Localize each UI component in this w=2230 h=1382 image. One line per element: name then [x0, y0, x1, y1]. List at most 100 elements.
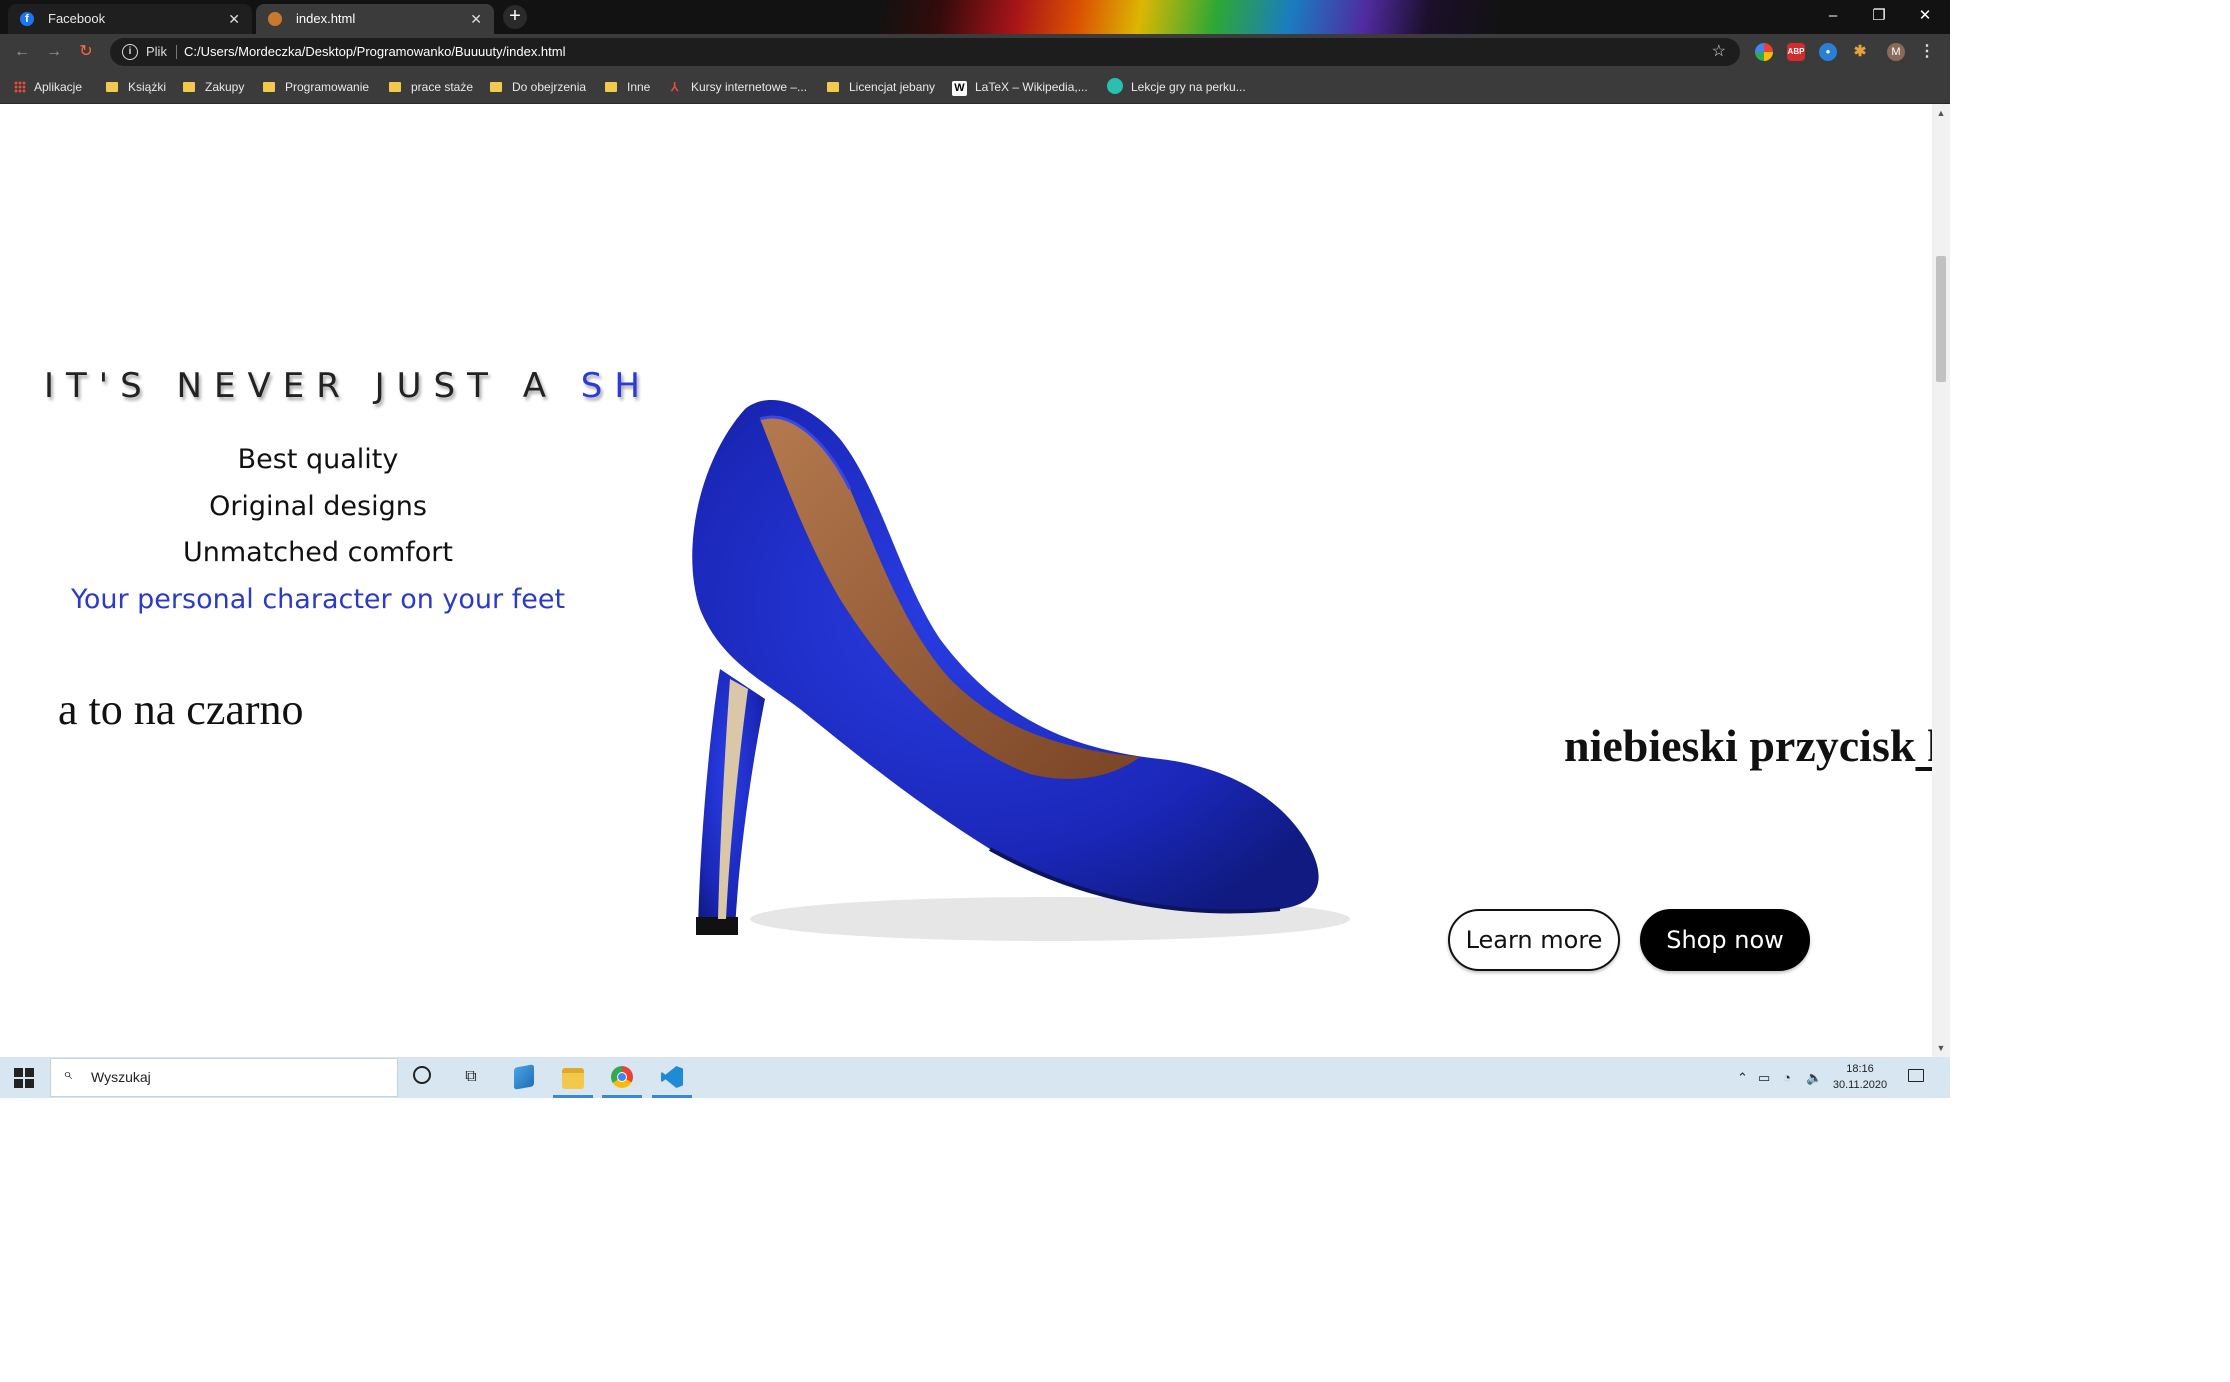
forward-arrow-icon[interactable]: → [42, 40, 66, 64]
clock[interactable]: 18:16 30.11.2020 [1830, 1061, 1890, 1093]
search-placeholder: Wyszukaj [91, 1069, 151, 1085]
clock-date: 30.11.2020 [1832, 1079, 1888, 1091]
web-page: IT'S NEVER JUST A SH Best quality Origin… [0, 104, 1932, 1057]
google-icon[interactable] [1755, 43, 1773, 61]
facebook-icon: f [20, 12, 34, 26]
taskbar-search-box[interactable]: ⌕ Wyszukaj [50, 1058, 398, 1097]
bookmark-label: Programowanie [285, 80, 370, 94]
page-scrollbar[interactable]: ▲ ▼ [1932, 104, 1950, 1057]
bookmark-label: Zakupy [205, 80, 245, 94]
profile-avatar[interactable]: M [1887, 43, 1905, 61]
bookmark-kursy[interactable]: ⅄ Kursy internetowe –... [671, 70, 807, 104]
bookmark-star-icon[interactable]: ☆ [1712, 38, 1726, 66]
black-note-text: a to na czarno [58, 685, 304, 734]
notification-center-icon[interactable] [1908, 1069, 1924, 1082]
feature-unmatched-comfort: Unmatched comfort [183, 537, 453, 568]
blue-high-heel-shoe-image [692, 400, 1350, 941]
folder-icon [263, 82, 275, 92]
extension-icon[interactable]: ● [1819, 43, 1837, 61]
minimize-button[interactable]: – [1810, 2, 1856, 30]
apps-grid-icon [14, 81, 26, 93]
feature-best-quality: Best quality [237, 444, 399, 475]
theme-background [880, 0, 1500, 34]
wifi-icon[interactable]: ◔ [1783, 1057, 1791, 1098]
folder-icon [106, 82, 118, 92]
bookmark-prace-staze[interactable]: prace staże [389, 70, 473, 104]
close-tab-icon[interactable]: ✕ [228, 4, 240, 34]
feature-original-designs: Original designs [209, 491, 427, 522]
tab-strip: f Facebook ✕ index.html ✕ + – ❐ ✕ [0, 0, 1950, 34]
windows-start-icon[interactable] [14, 1068, 34, 1088]
web-page-icon [268, 12, 282, 26]
blue-button-note: niebieski przycisk kupić [1564, 719, 1932, 772]
scroll-down-arrow-icon[interactable]: ▼ [1932, 1041, 1950, 1055]
screen: f Facebook ✕ index.html ✕ + – ❐ ✕ ← → ↻ … [0, 0, 1950, 1098]
menu-kebab-icon[interactable]: ⋮ [1918, 43, 1936, 61]
close-tab-icon[interactable]: ✕ [470, 4, 482, 34]
folder-icon [490, 82, 502, 92]
file-explorer-icon[interactable] [551, 1057, 595, 1098]
back-arrow-icon[interactable]: ← [10, 40, 34, 64]
cortana-icon[interactable] [409, 1064, 435, 1090]
url-text[interactable]: C:/Users/Mordeczka/Desktop/Programowanko… [184, 38, 566, 66]
bookmark-inne[interactable]: Inne [605, 70, 650, 104]
scroll-up-arrow-icon[interactable]: ▲ [1932, 106, 1950, 120]
tab-index-html[interactable]: index.html ✕ [256, 4, 494, 34]
scroll-thumb[interactable] [1936, 256, 1946, 382]
volume-icon[interactable]: 🔈 [1806, 1057, 1822, 1098]
bookmark-label: Kursy internetowe –... [691, 80, 808, 94]
puzzle-icon[interactable]: ✱ [1851, 43, 1869, 61]
browser-toolbar: ← → ↻ i Plik C:/Users/Mordeczka/Desktop/… [0, 34, 1950, 70]
bookmark-label: Aplikacje [34, 80, 83, 94]
learn-more-button[interactable]: Learn more [1448, 909, 1620, 971]
bookmark-do-obejrzenia[interactable]: Do obejrzenia [490, 70, 586, 104]
bookmark-label: prace staże [411, 80, 474, 94]
wikipedia-icon: W [952, 81, 967, 96]
bookmark-lekcje-perkusji[interactable]: Lekcje gry na perku... [1107, 70, 1246, 104]
battery-icon[interactable]: ▭ [1758, 1057, 1770, 1098]
clock-time: 18:16 [1846, 1063, 1874, 1075]
bookmark-label: Lekcje gry na perku... [1131, 80, 1246, 94]
kursy-icon: ⅄ [671, 80, 679, 94]
folder-icon [389, 82, 401, 92]
bookmark-zakupy[interactable]: Zakupy [183, 70, 244, 104]
folder-icon [183, 82, 195, 92]
new-tab-button[interactable]: + [503, 5, 527, 29]
tagline: Your personal character on your feet [70, 584, 566, 615]
bookmark-latex-wikipedia[interactable]: W LaTeX – Wikipedia,... [952, 70, 1088, 104]
bookmark-label: Licencjat jebany [849, 80, 936, 94]
bookmark-ksiazki[interactable]: Książki [106, 70, 166, 104]
tab-title: index.html [296, 11, 356, 26]
bookmark-aplikacje[interactable]: Aplikacje [14, 70, 82, 104]
folder-icon [827, 82, 839, 92]
restore-button[interactable]: ❐ [1856, 2, 1902, 30]
adblock-plus-icon[interactable]: ABP [1787, 43, 1805, 61]
bookmark-label: Do obejrzenia [512, 80, 587, 94]
buy-link[interactable]: kupić [1915, 720, 1932, 771]
divider [176, 45, 177, 59]
bookmark-programowanie[interactable]: Programowanie [263, 70, 369, 104]
bookmark-label: LaTeX – Wikipedia,... [975, 80, 1088, 94]
lessons-icon [1107, 78, 1123, 94]
tab-title: Facebook [48, 11, 106, 26]
address-bar[interactable]: i Plik C:/Users/Mordeczka/Desktop/Progra… [110, 38, 1740, 66]
hero-headline: IT'S NEVER JUST A SH [44, 366, 652, 406]
windows-taskbar: ⌕ Wyszukaj ⧉ ⌃ ▭ ◔ 🔈 18:16 30.11.2020 [0, 1057, 1950, 1098]
scheme-label: Plik [146, 44, 167, 59]
bookmark-licencjat[interactable]: Licencjat jebany [827, 70, 935, 104]
shop-now-button[interactable]: Shop now [1640, 909, 1810, 971]
folder-icon [605, 82, 617, 92]
chrome-icon[interactable] [600, 1057, 644, 1098]
vscode-icon[interactable] [650, 1057, 694, 1098]
tab-facebook[interactable]: f Facebook ✕ [8, 4, 252, 34]
bookmark-label: Inne [627, 80, 651, 94]
bookmarks-bar: Aplikacje Książki Zakupy Programowanie p… [0, 70, 1950, 104]
reload-icon[interactable]: ↻ [74, 40, 98, 64]
task-view-icon[interactable]: ⧉ [458, 1064, 484, 1090]
info-icon[interactable]: i [122, 44, 138, 60]
show-hidden-icons-chevron-icon[interactable]: ⌃ [1737, 1057, 1748, 1098]
search-icon: ⌕ [63, 1066, 72, 1083]
close-window-button[interactable]: ✕ [1902, 2, 1948, 30]
mail-app-icon[interactable] [503, 1057, 547, 1098]
bookmark-label: Książki [128, 80, 167, 94]
